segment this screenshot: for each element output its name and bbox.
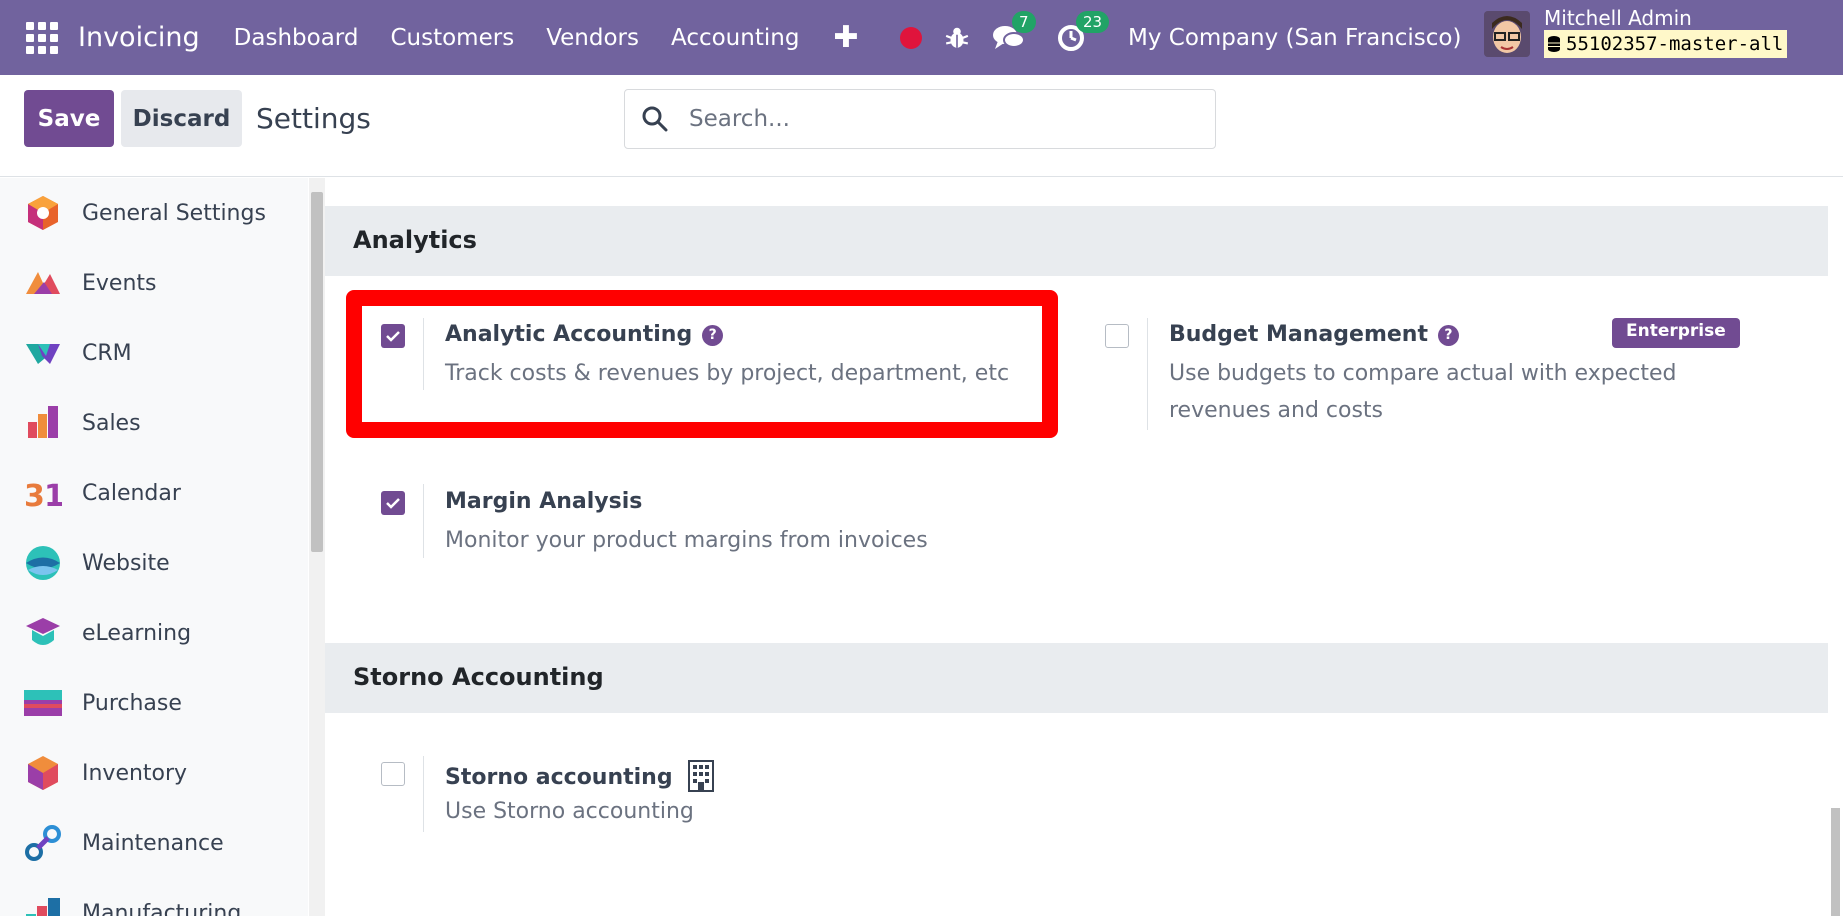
app-grid-icon[interactable] xyxy=(26,21,58,54)
discard-button[interactable]: Discard xyxy=(121,90,242,147)
company-switcher[interactable]: My Company (San Francisco) xyxy=(1128,25,1461,51)
analytic-accounting-checkbox[interactable] xyxy=(381,324,405,348)
website-icon xyxy=(26,546,60,580)
margin-analysis-description: Monitor your product margins from invoic… xyxy=(445,528,928,553)
divider xyxy=(1147,318,1148,430)
help-icon[interactable]: ? xyxy=(1437,325,1459,346)
sidebar-scrollbar[interactable] xyxy=(309,178,325,916)
content-scrollbar-thumb[interactable] xyxy=(1831,808,1840,916)
sidebar-scrollbar-thumb[interactable] xyxy=(311,192,323,552)
crm-icon xyxy=(26,344,60,364)
company-building-icon xyxy=(688,760,715,792)
general-settings-icon xyxy=(28,196,58,230)
sidebar-item-website[interactable]: Website xyxy=(0,528,308,598)
user-menu[interactable]: Mitchell Admin 55102357-master-all xyxy=(1544,6,1788,58)
page-title: Settings xyxy=(256,102,371,135)
content-scrollbar[interactable] xyxy=(1828,178,1843,916)
sidebar-item-label: General Settings xyxy=(82,200,266,226)
budget-management-title: Budget Management? xyxy=(1169,322,1459,347)
sidebar-item-crm[interactable]: CRM xyxy=(0,318,308,388)
storno-accounting-description: Use Storno accounting xyxy=(445,799,694,824)
section-header-storno: Storno Accounting xyxy=(325,643,1828,713)
systray: 7 23 My Company (San Francisco) xyxy=(900,0,1461,75)
purchase-icon xyxy=(24,690,62,716)
storno-accounting-title: Storno accounting xyxy=(445,760,715,792)
section-title: Analytics xyxy=(353,226,477,254)
manufacturing-icon xyxy=(26,898,60,916)
margin-analysis-title: Margin Analysis xyxy=(445,489,643,514)
elearning-icon xyxy=(26,618,60,645)
save-button[interactable]: Save xyxy=(24,90,114,147)
menu-dashboard[interactable]: Dashboard xyxy=(234,25,359,51)
sidebar-item-label: Purchase xyxy=(82,690,182,716)
search-icon xyxy=(642,106,668,132)
activities-badge: 23 xyxy=(1076,10,1110,33)
section-header-analytics: Analytics xyxy=(325,206,1828,276)
setting-title: Analytic Accounting xyxy=(445,322,693,347)
avatar[interactable] xyxy=(1484,11,1530,57)
inventory-icon xyxy=(28,756,58,790)
sidebar-item-label: Manufacturing xyxy=(82,900,242,916)
messages-badge: 7 xyxy=(1012,10,1036,33)
sidebar-item-label: Calendar xyxy=(82,480,181,506)
divider xyxy=(423,318,424,390)
svg-text:3: 3 xyxy=(24,479,45,512)
section-title: Storno Accounting xyxy=(353,663,604,691)
sidebar-item-maintenance[interactable]: Maintenance xyxy=(0,808,308,878)
search-box[interactable] xyxy=(624,89,1216,149)
enterprise-badge[interactable]: Enterprise xyxy=(1612,318,1740,348)
menu-accounting[interactable]: Accounting xyxy=(671,25,799,51)
checkmark-icon xyxy=(386,331,400,342)
sidebar-item-label: CRM xyxy=(82,340,132,366)
settings-content: Analytics Analytic Accounting? Track cos… xyxy=(325,178,1828,916)
debug-bug-icon[interactable] xyxy=(944,25,970,51)
database-tag: 55102357-master-all xyxy=(1544,30,1788,58)
app-name[interactable]: Invoicing xyxy=(78,22,200,53)
sidebar-item-events[interactable]: Events xyxy=(0,248,308,318)
svg-text:1: 1 xyxy=(44,479,62,512)
help-icon[interactable]: ? xyxy=(702,325,724,346)
record-icon[interactable] xyxy=(900,26,922,49)
sidebar-item-elearning[interactable]: eLearning xyxy=(0,598,308,668)
sidebar-item-label: Maintenance xyxy=(82,830,224,856)
setting-title: Budget Management xyxy=(1169,322,1428,347)
analytic-accounting-title: Analytic Accounting? xyxy=(445,322,724,347)
sidebar-item-calendar[interactable]: 3 1 Calendar xyxy=(0,458,308,528)
search-input[interactable] xyxy=(689,106,1189,132)
sidebar-item-sales[interactable]: Sales xyxy=(0,388,308,458)
top-navbar: Invoicing Dashboard Customers Vendors Ac… xyxy=(0,0,1843,75)
sidebar-item-inventory[interactable]: Inventory xyxy=(0,738,308,808)
database-icon xyxy=(1548,36,1560,52)
sidebar-item-label: Events xyxy=(82,270,157,296)
calendar-icon: 3 1 xyxy=(24,479,62,512)
analytic-accounting-description: Track costs & revenues by project, depar… xyxy=(445,361,1010,386)
events-icon xyxy=(26,272,60,294)
budget-management-description: Use budgets to compare actual with expec… xyxy=(1169,361,1677,423)
sidebar-item-general-settings[interactable]: General Settings xyxy=(0,178,308,248)
checkmark-icon xyxy=(386,498,400,509)
activities-button[interactable]: 23 xyxy=(1056,10,1110,55)
add-menu-icon[interactable]: ✚ xyxy=(833,20,858,55)
sidebar-item-label: Inventory xyxy=(82,760,188,786)
sales-icon xyxy=(28,406,58,438)
messages-button[interactable]: 7 xyxy=(992,10,1036,55)
divider xyxy=(423,484,424,558)
user-name: Mitchell Admin xyxy=(1544,6,1692,30)
sidebar-item-label: eLearning xyxy=(82,620,192,646)
margin-analysis-checkbox[interactable] xyxy=(381,491,405,515)
storno-accounting-checkbox[interactable] xyxy=(381,762,405,786)
budget-management-checkbox[interactable] xyxy=(1105,324,1129,348)
maintenance-icon xyxy=(25,825,61,861)
control-panel: Save Discard Settings xyxy=(0,75,1843,177)
divider xyxy=(423,756,424,832)
sidebar-item-purchase[interactable]: Purchase xyxy=(0,668,308,738)
sidebar-item-manufacturing[interactable]: Manufacturing xyxy=(0,878,308,916)
setting-title: Storno accounting xyxy=(445,765,673,790)
sidebar-item-label: Sales xyxy=(82,410,141,436)
settings-sidebar: General Settings Events CRM Sales 3 1 Ca… xyxy=(0,178,308,916)
menu-vendors[interactable]: Vendors xyxy=(546,25,639,51)
database-name: 55102357-master-all xyxy=(1566,33,1784,55)
menu-customers[interactable]: Customers xyxy=(390,25,514,51)
sidebar-item-label: Website xyxy=(82,550,170,576)
